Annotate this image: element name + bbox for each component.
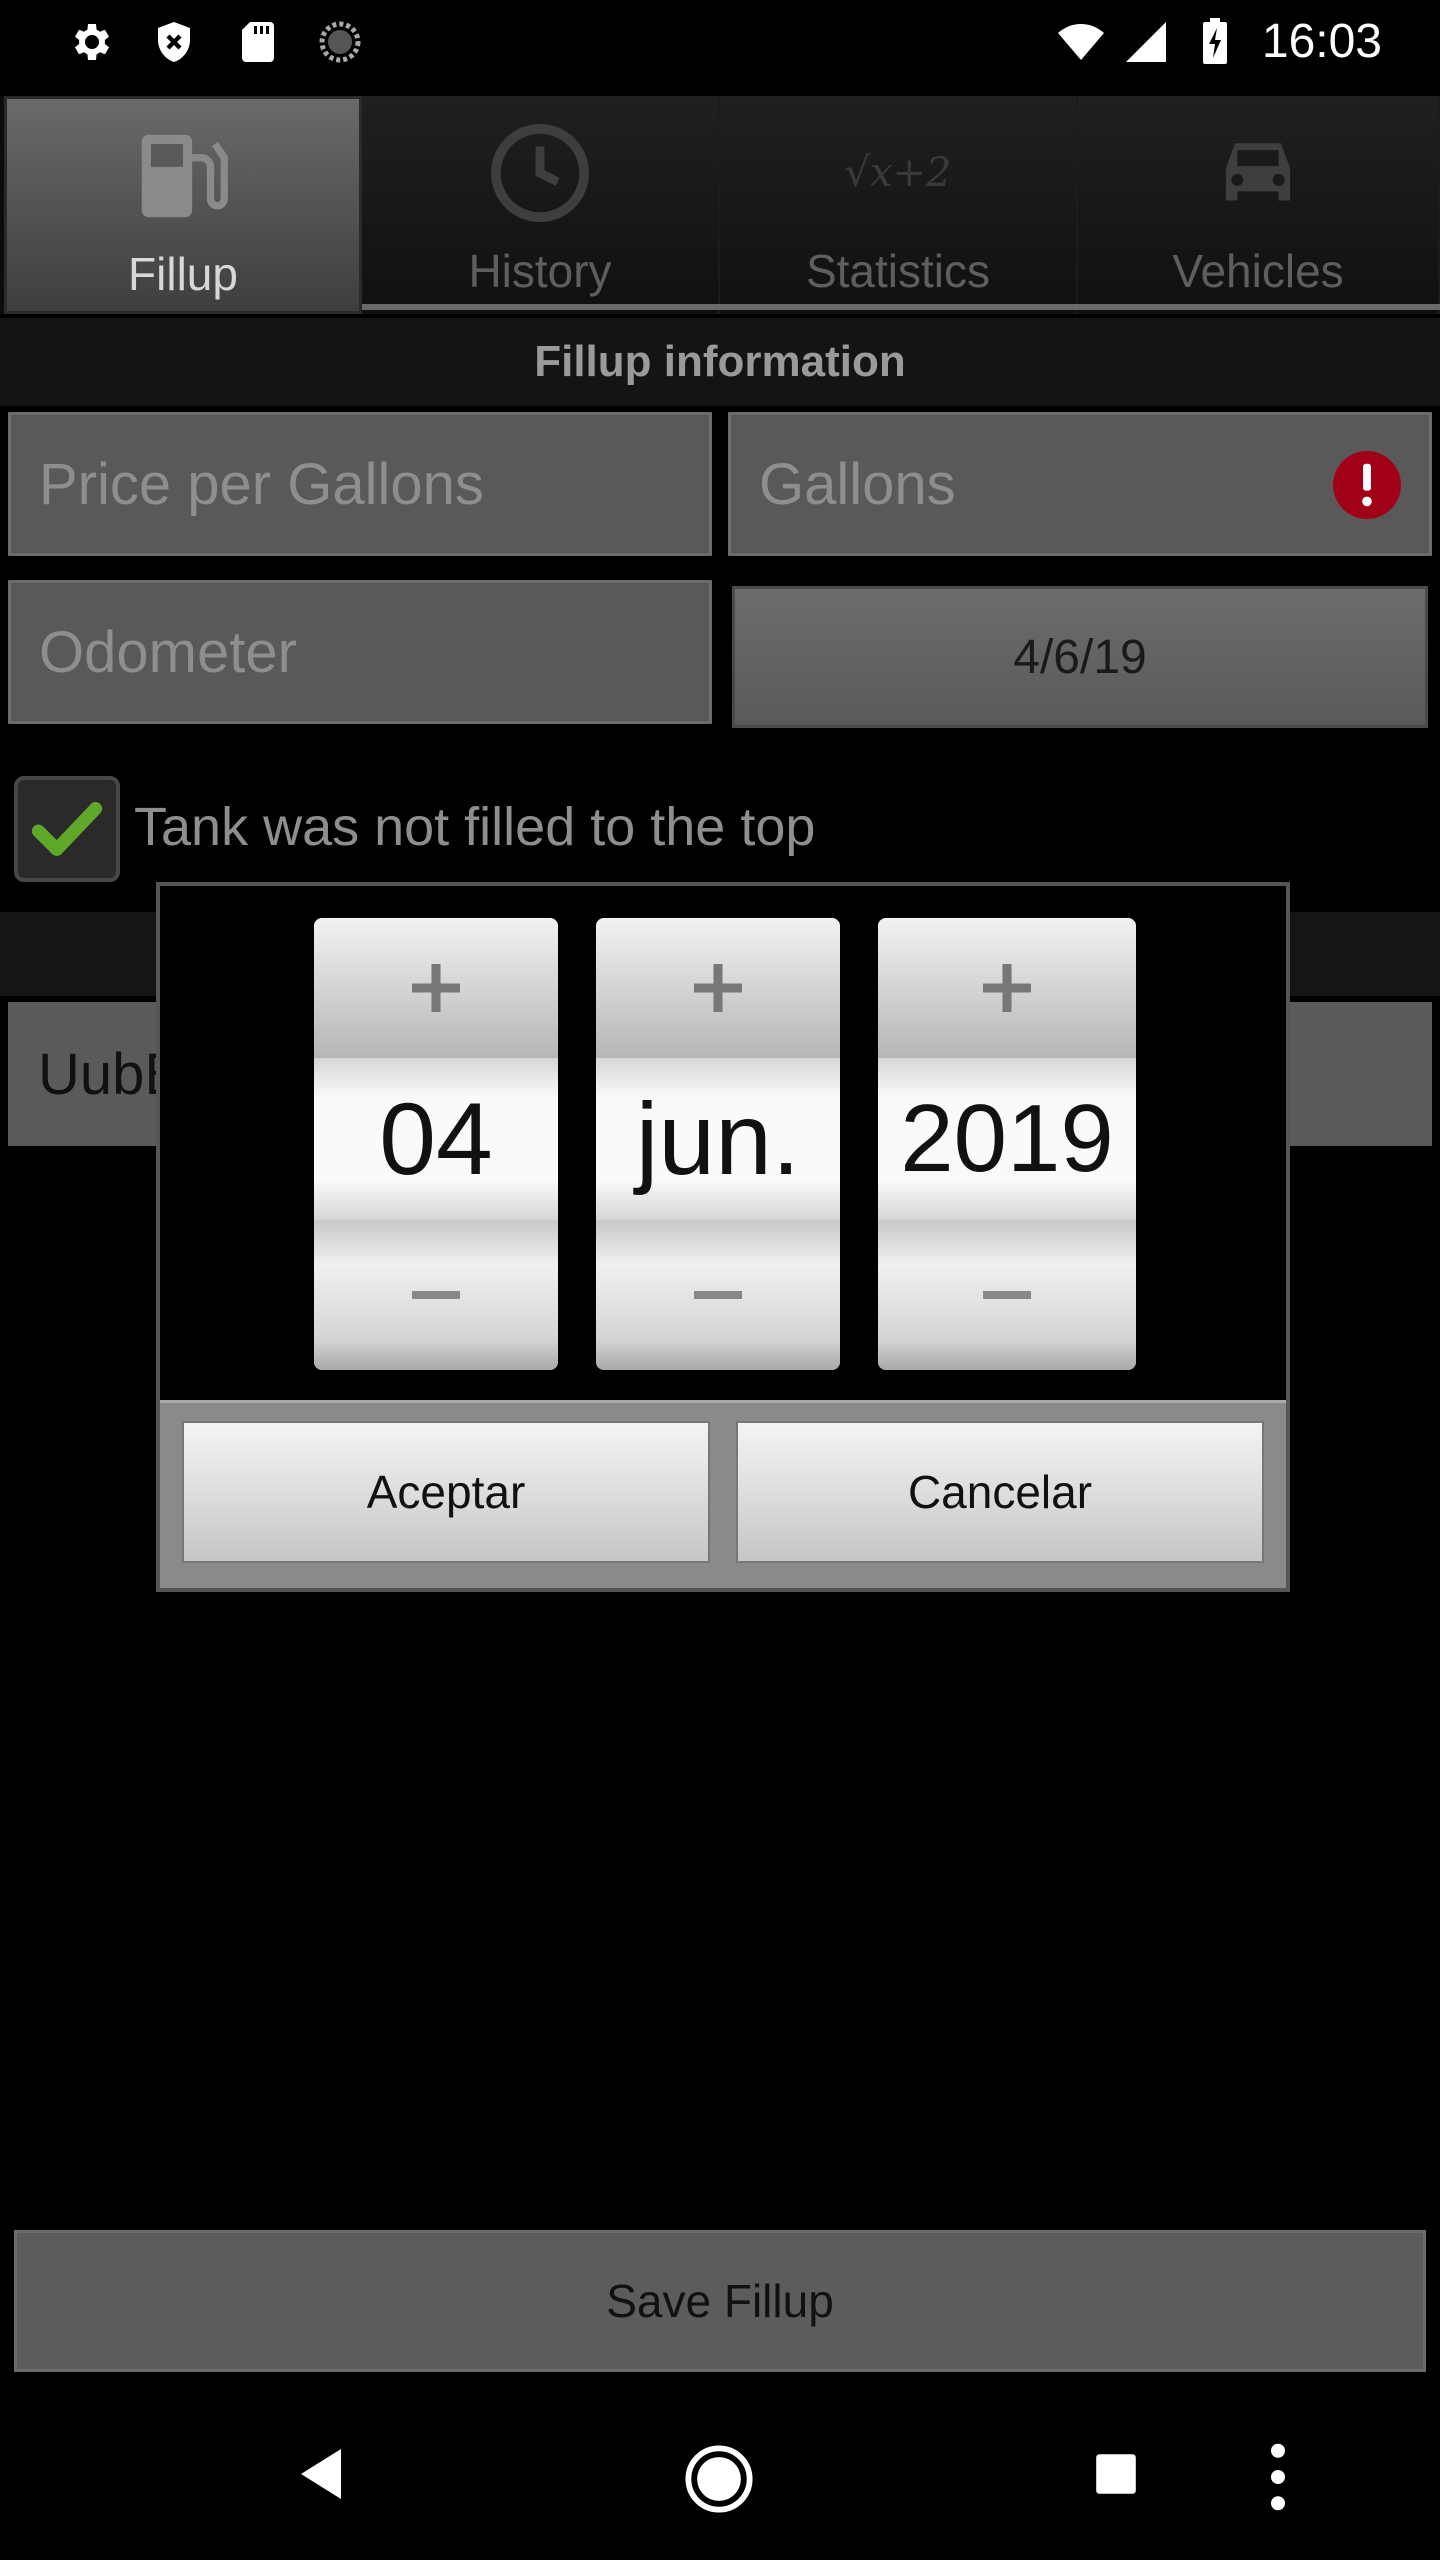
- section-title: Fillup information: [0, 318, 1440, 406]
- signal-icon: [1126, 22, 1166, 62]
- tab-vehicles[interactable]: Vehicles: [1078, 96, 1440, 314]
- checkbox-label: Tank was not filled to the top: [134, 797, 816, 857]
- month-increment-button[interactable]: [596, 918, 840, 1058]
- status-bar: 16:03: [0, 0, 1440, 84]
- gallons-placeholder: Gallons: [759, 451, 956, 517]
- day-picker: 04: [314, 918, 558, 1370]
- minus-icon: [694, 1291, 742, 1299]
- save-fillup-button[interactable]: Save Fillup: [14, 2230, 1426, 2372]
- date-picker-body: 04 jun. 2019: [160, 886, 1286, 1400]
- date-button[interactable]: 4/6/19: [732, 586, 1428, 728]
- tab-statistics[interactable]: √x+2 Statistics: [720, 96, 1078, 314]
- month-decrement-button[interactable]: [596, 1220, 840, 1370]
- tab-bar: Fillup History √x+2 Statistics Vehicles: [0, 96, 1440, 314]
- cancel-button[interactable]: Cancelar: [736, 1421, 1264, 1563]
- tab-label: Statistics: [805, 245, 991, 297]
- plus-icon: [983, 964, 1031, 1012]
- back-icon[interactable]: [296, 2446, 346, 2502]
- recents-icon[interactable]: [1094, 2452, 1138, 2496]
- cancel-label: Cancelar: [907, 1466, 1093, 1518]
- day-decrement-button[interactable]: [314, 1220, 558, 1370]
- check-icon: [31, 802, 103, 856]
- plus-icon: [412, 964, 460, 1012]
- month-picker: jun.: [596, 918, 840, 1370]
- year-increment-button[interactable]: [878, 918, 1136, 1058]
- battery-charging-icon: [1203, 18, 1227, 64]
- date-picker-dialog: 04 jun. 2019 Aceptar Cancelar: [156, 882, 1290, 1592]
- clock-time: 16:03: [1261, 15, 1382, 68]
- fuel-pump-icon: [7, 121, 359, 231]
- tab-label: Vehicles: [1172, 245, 1344, 297]
- day-value[interactable]: 04: [314, 1058, 558, 1220]
- settings-icon: [75, 24, 109, 60]
- odometer-input[interactable]: Odometer: [8, 580, 712, 724]
- year-picker: 2019: [878, 918, 1136, 1370]
- year-decrement-button[interactable]: [878, 1220, 1136, 1370]
- year-value[interactable]: 2019: [878, 1058, 1136, 1220]
- dialog-button-bar: Aceptar Cancelar: [160, 1400, 1286, 1588]
- more-options-icon[interactable]: [1268, 2442, 1288, 2512]
- error-alert-icon: [1333, 451, 1401, 519]
- sd-card-icon: [242, 22, 274, 62]
- day-increment-button[interactable]: [314, 918, 558, 1058]
- tab-history[interactable]: History: [362, 96, 720, 314]
- shield-x-icon: [158, 22, 190, 62]
- plus-icon: [694, 964, 742, 1012]
- navigation-bar: [0, 2408, 1440, 2560]
- sync-icon: [319, 21, 361, 63]
- accept-button[interactable]: Aceptar: [182, 1421, 710, 1563]
- gallons-input[interactable]: Gallons: [728, 412, 1432, 556]
- tab-label: History: [468, 245, 612, 297]
- tank-not-full-checkbox[interactable]: [14, 776, 120, 882]
- accept-label: Aceptar: [366, 1466, 526, 1518]
- date-value: 4/6/19: [1013, 630, 1147, 684]
- tab-underline: [362, 304, 1440, 310]
- price-placeholder: Price per Gallons: [39, 451, 484, 517]
- formula-icon: √x+2: [844, 150, 952, 196]
- car-icon: [1078, 118, 1438, 228]
- clock-icon: [362, 118, 718, 228]
- odometer-placeholder: Odometer: [39, 619, 297, 685]
- minus-icon: [412, 1291, 460, 1299]
- tab-fillup[interactable]: Fillup: [4, 96, 362, 314]
- minus-icon: [983, 1291, 1031, 1299]
- month-value[interactable]: jun.: [596, 1058, 840, 1220]
- save-label: Save Fillup: [606, 2275, 834, 2327]
- tab-label: Fillup: [128, 248, 238, 300]
- wifi-icon: [1058, 24, 1104, 60]
- price-per-gallon-input[interactable]: Price per Gallons: [8, 412, 712, 556]
- home-icon[interactable]: [684, 2444, 754, 2514]
